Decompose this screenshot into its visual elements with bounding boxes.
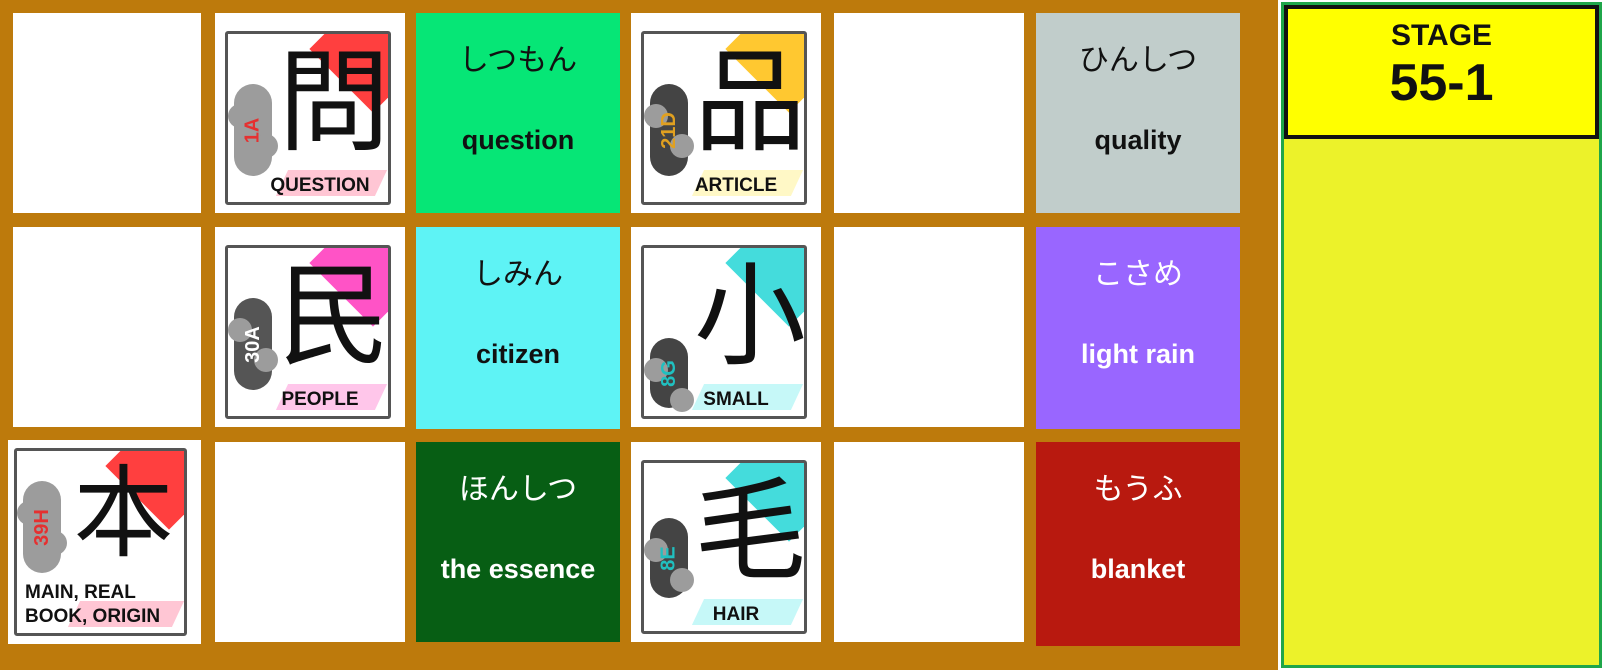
- card-frame: 30A 民 PEOPLE: [225, 245, 391, 419]
- kanji-card[interactable]: 8E 毛 HAIR: [631, 442, 821, 642]
- kanji-meaning: ARTICLE: [694, 175, 778, 196]
- vocab-reading: ひんしつ: [1078, 43, 1198, 78]
- vocab-card[interactable]: もうふ blanket: [1036, 442, 1240, 646]
- vocab-card[interactable]: ほんしつ the essence: [416, 442, 620, 642]
- card-frame: 1A 問 QUESTION: [225, 31, 391, 205]
- vocab-card[interactable]: こさめ light rain: [1036, 227, 1240, 429]
- kanji-meaning: MAIN, REAL BOOK, ORIGIN: [25, 582, 161, 627]
- vocab-meaning: quality: [1094, 125, 1182, 155]
- kanji-card[interactable]: 21D 品 ARTICLE: [631, 13, 821, 213]
- kanji-code: 39H: [30, 508, 53, 546]
- empty-slot[interactable]: [13, 227, 201, 427]
- vocab-card[interactable]: しつもん question: [416, 13, 620, 213]
- stage-panel: STAGE 55-1: [1281, 2, 1602, 668]
- card-frame: 39H 本 MAIN, REAL BOOK, ORIGIN: [14, 448, 187, 636]
- card-frame: 21D 品 ARTICLE: [641, 31, 807, 205]
- vocab-reading: ほんしつ: [458, 472, 578, 507]
- vocab-meaning: the essence: [440, 554, 596, 584]
- empty-slot[interactable]: [834, 227, 1024, 427]
- card-frame: 8E 毛 HAIR: [641, 460, 807, 634]
- vocab-meaning: blanket: [1090, 554, 1186, 584]
- empty-slot[interactable]: [215, 442, 405, 642]
- kanji-character: 民: [278, 252, 390, 382]
- card-frame: 8G 小 SMALL: [641, 245, 807, 419]
- vocab-reading: しみん: [473, 257, 563, 292]
- stage-title: STAGE: [1390, 19, 1493, 52]
- kanji-character: 問: [278, 38, 390, 168]
- kanji-character: 小: [694, 252, 806, 382]
- vocab-card[interactable]: しみん citizen: [416, 227, 620, 429]
- kanji-meaning: HAIR: [712, 604, 760, 625]
- empty-slot[interactable]: [13, 13, 201, 213]
- kanji-code: 30A: [241, 325, 264, 363]
- kanji-card[interactable]: 39H 本 MAIN, REAL BOOK, ORIGIN: [8, 440, 201, 644]
- kanji-meaning: SMALL: [703, 389, 769, 410]
- stage-number: 55-1: [1389, 54, 1494, 112]
- kanji-character: 本: [73, 455, 174, 572]
- vocab-meaning: citizen: [475, 339, 561, 369]
- kanji-code: 8E: [657, 545, 680, 571]
- vocab-card[interactable]: ひんしつ quality: [1036, 13, 1240, 213]
- vocab-reading: しつもん: [458, 43, 578, 78]
- kanji-card[interactable]: 30A 民 PEOPLE: [215, 227, 405, 427]
- kanji-meaning: QUESTION: [270, 175, 370, 196]
- kanji-character: 品: [694, 38, 806, 168]
- vocab-meaning: light rain: [1081, 339, 1195, 369]
- kanji-code: 1A: [241, 117, 264, 143]
- kanji-code: 21D: [657, 111, 680, 149]
- kanji-meaning: PEOPLE: [281, 389, 359, 410]
- kanji-character: 毛: [694, 467, 806, 597]
- empty-slot[interactable]: [834, 13, 1024, 213]
- vocab-reading: こさめ: [1093, 257, 1183, 292]
- game-board: 1A 問 QUESTION しつもん question 21D 品 ARTICL…: [0, 0, 1278, 670]
- kanji-card[interactable]: 8G 小 SMALL: [631, 227, 821, 427]
- empty-slot[interactable]: [834, 442, 1024, 642]
- kanji-card[interactable]: 1A 問 QUESTION: [215, 13, 405, 213]
- vocab-meaning: question: [461, 125, 575, 155]
- vocab-reading: もうふ: [1093, 472, 1183, 507]
- stage-header: STAGE 55-1: [1284, 5, 1599, 139]
